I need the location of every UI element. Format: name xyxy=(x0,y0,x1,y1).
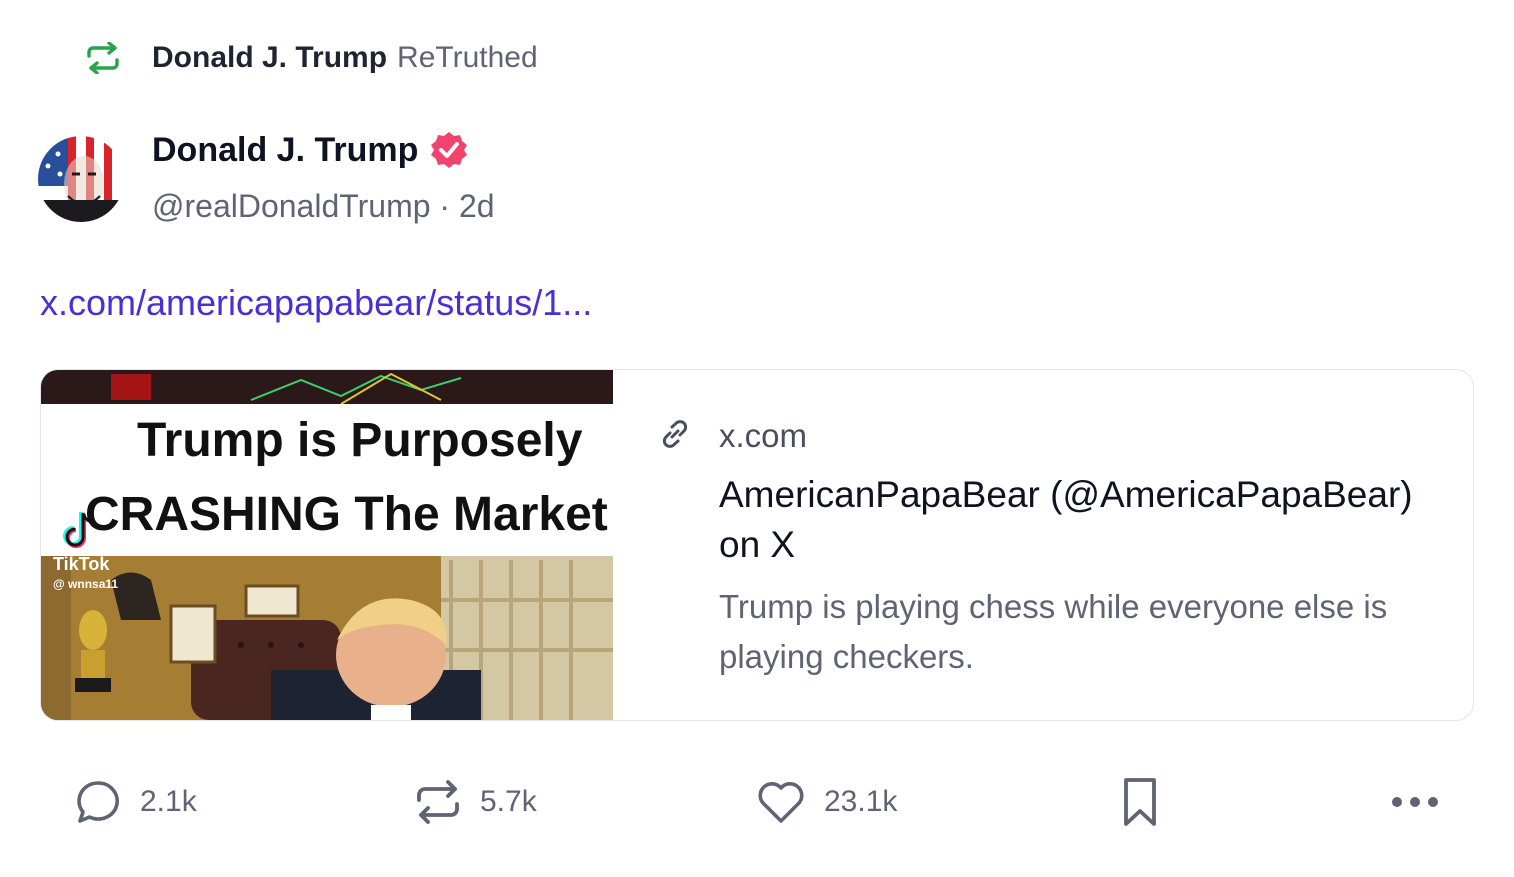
link-icon xyxy=(657,416,693,457)
author-handle[interactable]: @realDonaldTrump xyxy=(152,188,431,224)
like-button[interactable]: 23.1k xyxy=(756,770,897,834)
heart-icon xyxy=(756,778,806,826)
reply-button[interactable]: 2.1k xyxy=(74,770,197,834)
post-actions: 2.1k 5.7k 23.1k xyxy=(0,770,1514,834)
more-button[interactable] xyxy=(1390,770,1440,834)
author-name[interactable]: Donald J. Trump xyxy=(152,131,418,170)
retruth-action-label: ReTruthed xyxy=(397,41,538,74)
bookmark-icon xyxy=(1120,776,1160,828)
thumbnail-headline-line1: Trump is Purposely xyxy=(137,414,583,467)
link-preview-thumbnail: Trump is Purposely CRASHING The Market T… xyxy=(41,370,613,720)
meta-separator: · xyxy=(439,188,451,224)
verified-badge-icon xyxy=(430,131,468,169)
reply-icon xyxy=(74,778,122,826)
retruth-button[interactable]: 5.7k xyxy=(414,770,537,834)
link-preview-description: Trump is playing chess while everyone el… xyxy=(719,588,1388,675)
retruth-count: 5.7k xyxy=(480,785,537,818)
link-preview-domain-row: x.com xyxy=(657,414,807,458)
author-meta: @realDonaldTrump · 2d xyxy=(152,188,495,225)
bookmark-button[interactable] xyxy=(1120,770,1160,834)
like-count: 23.1k xyxy=(824,785,898,818)
link-preview-domain: x.com xyxy=(719,417,808,454)
avatar[interactable] xyxy=(38,136,124,222)
post-author: Donald J. Trump @realDonaldTrump · 2d xyxy=(38,128,495,225)
post-age[interactable]: 2d xyxy=(459,188,495,224)
reply-count: 2.1k xyxy=(140,785,197,818)
thumbnail-headline-line2: CRASHING The Market xyxy=(85,488,608,541)
more-icon xyxy=(1390,795,1440,809)
thumbnail-watermark-brand: TikTok xyxy=(53,554,110,574)
post-link[interactable]: x.com/americapapabear/status/1... xyxy=(40,282,592,324)
retruth-icon xyxy=(414,778,462,826)
link-preview-card[interactable]: Trump is Purposely CRASHING The Market T… xyxy=(40,369,1474,721)
retruth-icon xyxy=(84,39,122,77)
retruth-user-name[interactable]: Donald J. Trump xyxy=(152,41,387,75)
thumbnail-watermark-handle: @ wnnsa11 xyxy=(53,577,118,591)
link-preview-body: x.com AmericanPapaBear (@AmericaPapaBear… xyxy=(613,370,1413,720)
link-preview-title: AmericanPapaBear (@AmericaPapaBear) on X xyxy=(719,474,1413,565)
retruth-banner: Donald J. Trump ReTruthed xyxy=(84,36,538,80)
